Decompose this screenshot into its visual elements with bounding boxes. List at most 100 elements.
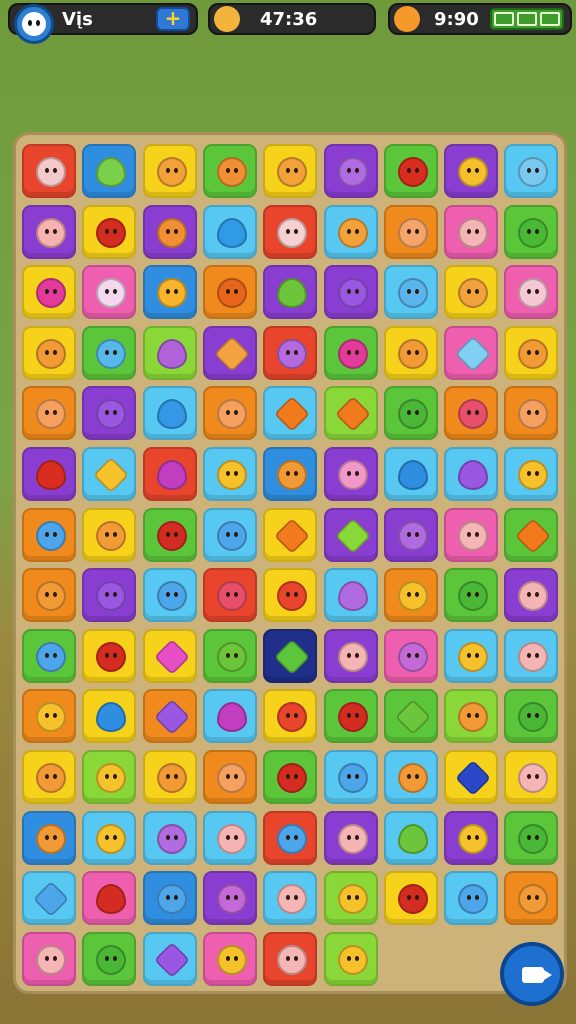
candy-tile[interactable] (82, 689, 137, 744)
candy-tile[interactable] (22, 265, 76, 320)
candy-tile[interactable] (142, 810, 197, 865)
candy-tile[interactable] (142, 871, 197, 926)
candy-tile[interactable] (444, 325, 499, 380)
camera-button[interactable] (500, 942, 564, 1006)
candy-tile[interactable] (22, 447, 76, 501)
candy-tile[interactable] (504, 689, 559, 744)
candy-tile[interactable] (202, 750, 257, 804)
candy-tile[interactable] (142, 507, 197, 562)
candy-tile[interactable] (323, 144, 378, 198)
candy-tile[interactable] (82, 447, 137, 501)
candy-tile[interactable] (323, 689, 378, 744)
candy-tile[interactable] (504, 325, 559, 380)
candy-tile[interactable] (383, 447, 438, 501)
candy-tile[interactable] (323, 628, 378, 683)
candy-tile[interactable] (383, 810, 438, 865)
candy-tile[interactable] (202, 386, 257, 441)
candy-tile[interactable] (504, 628, 559, 683)
candy-tile[interactable] (444, 507, 499, 562)
candy-tile[interactable] (82, 871, 137, 926)
candy-tile[interactable] (202, 325, 257, 380)
candy-tile[interactable] (444, 204, 499, 259)
candy-tile[interactable] (82, 810, 137, 865)
add-button[interactable]: + (156, 7, 190, 31)
candy-tile[interactable] (383, 750, 438, 804)
candy-tile[interactable] (142, 750, 197, 804)
candy-tile[interactable] (444, 628, 499, 683)
candy-tile[interactable] (323, 750, 378, 804)
candy-tile[interactable] (263, 204, 318, 259)
candy-tile[interactable] (504, 204, 559, 259)
candy-tile[interactable] (444, 568, 499, 623)
candy-tile[interactable] (22, 628, 76, 683)
candy-tile[interactable] (323, 386, 378, 441)
candy-tile[interactable] (504, 871, 559, 926)
candy-tile[interactable] (263, 325, 318, 380)
candy-tile[interactable] (142, 568, 197, 623)
candy-tile[interactable] (323, 325, 378, 380)
candy-tile[interactable] (22, 144, 76, 198)
candy-tile[interactable] (323, 931, 378, 986)
candy-tile[interactable] (323, 810, 378, 865)
candy-tile[interactable] (142, 144, 197, 198)
candy-tile[interactable] (263, 628, 318, 683)
candy-tile[interactable] (383, 325, 438, 380)
candy-tile[interactable] (263, 750, 318, 804)
candy-tile[interactable] (383, 265, 438, 320)
candy-tile[interactable] (383, 507, 438, 562)
candy-tile[interactable] (444, 810, 499, 865)
candy-tile[interactable] (202, 810, 257, 865)
candy-tile[interactable] (202, 507, 257, 562)
candy-tile[interactable] (22, 689, 76, 744)
candy-tile[interactable] (444, 447, 499, 501)
avatar-face-icon[interactable] (14, 4, 54, 44)
candy-tile[interactable] (263, 871, 318, 926)
candy-tile[interactable] (383, 628, 438, 683)
candy-tile[interactable] (323, 265, 378, 320)
candy-tile[interactable] (22, 507, 76, 562)
candy-tile[interactable] (142, 265, 197, 320)
candy-tile[interactable] (383, 871, 438, 926)
candy-tile[interactable] (142, 931, 197, 986)
candy-tile[interactable] (202, 447, 257, 501)
candy-tile[interactable] (142, 689, 197, 744)
candy-tile[interactable] (202, 871, 257, 926)
candy-tile[interactable] (22, 750, 76, 804)
candy-tile[interactable] (82, 265, 137, 320)
candy-tile[interactable] (142, 204, 197, 259)
candy-tile[interactable] (263, 265, 318, 320)
candy-tile[interactable] (142, 325, 197, 380)
candy-tile[interactable] (263, 568, 318, 623)
candy-tile[interactable] (263, 689, 318, 744)
candy-tile[interactable] (82, 750, 137, 804)
candy-tile[interactable] (202, 628, 257, 683)
candy-tile[interactable] (444, 386, 499, 441)
candy-tile[interactable] (82, 144, 137, 198)
candy-tile[interactable] (383, 386, 438, 441)
candy-tile[interactable] (444, 689, 499, 744)
candy-tile[interactable] (263, 931, 318, 986)
candy-tile[interactable] (323, 507, 378, 562)
candy-tile[interactable] (444, 144, 499, 198)
candy-tile[interactable] (263, 507, 318, 562)
candy-tile[interactable] (444, 750, 499, 804)
candy-tile[interactable] (22, 871, 76, 926)
candy-tile[interactable] (323, 871, 378, 926)
candy-tile[interactable] (263, 810, 318, 865)
candy-tile[interactable] (202, 689, 257, 744)
candy-tile[interactable] (22, 568, 76, 623)
candy-tile[interactable] (323, 568, 378, 623)
candy-tile[interactable] (82, 325, 137, 380)
candy-tile[interactable] (82, 628, 137, 683)
candy-tile[interactable] (82, 204, 137, 259)
candy-tile[interactable] (504, 810, 559, 865)
candy-tile[interactable] (444, 265, 499, 320)
candy-tile[interactable] (504, 386, 559, 441)
candy-tile[interactable] (82, 386, 137, 441)
candy-tile[interactable] (22, 204, 76, 259)
candy-tile[interactable] (263, 447, 318, 501)
candy-tile[interactable] (202, 931, 257, 986)
candy-tile[interactable] (263, 386, 318, 441)
candy-tile[interactable] (504, 750, 559, 804)
candy-tile[interactable] (142, 386, 197, 441)
